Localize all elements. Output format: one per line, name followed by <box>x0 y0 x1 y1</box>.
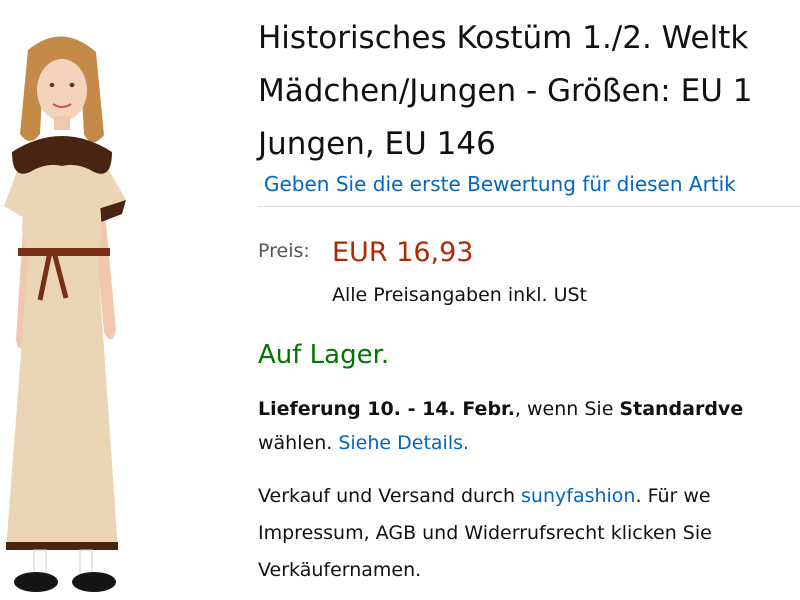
product-title-line: Historisches Kostüm 1./2. Weltk <box>258 20 749 56</box>
delivery-line: Lieferung 10. - 14. Febr., wenn Sie Stan… <box>258 392 743 426</box>
seller-line: Verkäufernamen. <box>258 559 422 581</box>
delivery-details-link[interactable]: Siehe Details. <box>338 432 469 454</box>
product-title-line: Jungen, EU 146 <box>258 126 496 162</box>
seller-line: Verkauf und Versand durch sunyfashion. F… <box>258 478 712 515</box>
price-label: Preis: <box>258 240 310 262</box>
delivery-line: wählen. Siehe Details. <box>258 426 743 460</box>
face-shape <box>37 59 87 121</box>
seller-line: Impressum, AGB und Widerrufsrecht klicke… <box>258 522 712 544</box>
seller-info: Verkauf und Versand durch sunyfashion. F… <box>258 478 712 589</box>
belt-shape <box>18 248 110 256</box>
price-value: EUR 16,93 <box>332 237 474 268</box>
seller-text: . Für we <box>635 485 711 507</box>
write-review-link[interactable]: Geben Sie die erste Bewertung für diesen… <box>264 172 736 196</box>
product-image[interactable] <box>0 30 135 600</box>
delivery-date: Lieferung 10. - 14. Febr. <box>258 398 515 420</box>
product-page: Historisches Kostüm 1./2. Weltk Mädchen/… <box>0 0 800 600</box>
price-tax-note: Alle Preisangaben inkl. USt <box>332 284 587 306</box>
delivery-text: , wenn Sie <box>514 398 620 420</box>
product-details: Historisches Kostüm 1./2. Weltk Mädchen/… <box>258 0 800 600</box>
delivery-info: Lieferung 10. - 14. Febr., wenn Sie Stan… <box>258 392 743 460</box>
delivery-text: wählen. <box>258 432 339 454</box>
product-title: Historisches Kostüm 1./2. Weltk Mädchen/… <box>258 12 752 171</box>
product-title-line: Mädchen/Jungen - Größen: EU 1 <box>258 73 753 109</box>
seller-text: Verkauf und Versand durch <box>258 485 522 507</box>
stock-status: Auf Lager. <box>258 340 390 370</box>
seller-link[interactable]: sunyfashion <box>521 485 635 507</box>
left-shoe <box>14 572 58 592</box>
divider <box>258 206 800 207</box>
right-shoe <box>72 572 116 592</box>
delivery-option: Standardve <box>619 398 744 420</box>
